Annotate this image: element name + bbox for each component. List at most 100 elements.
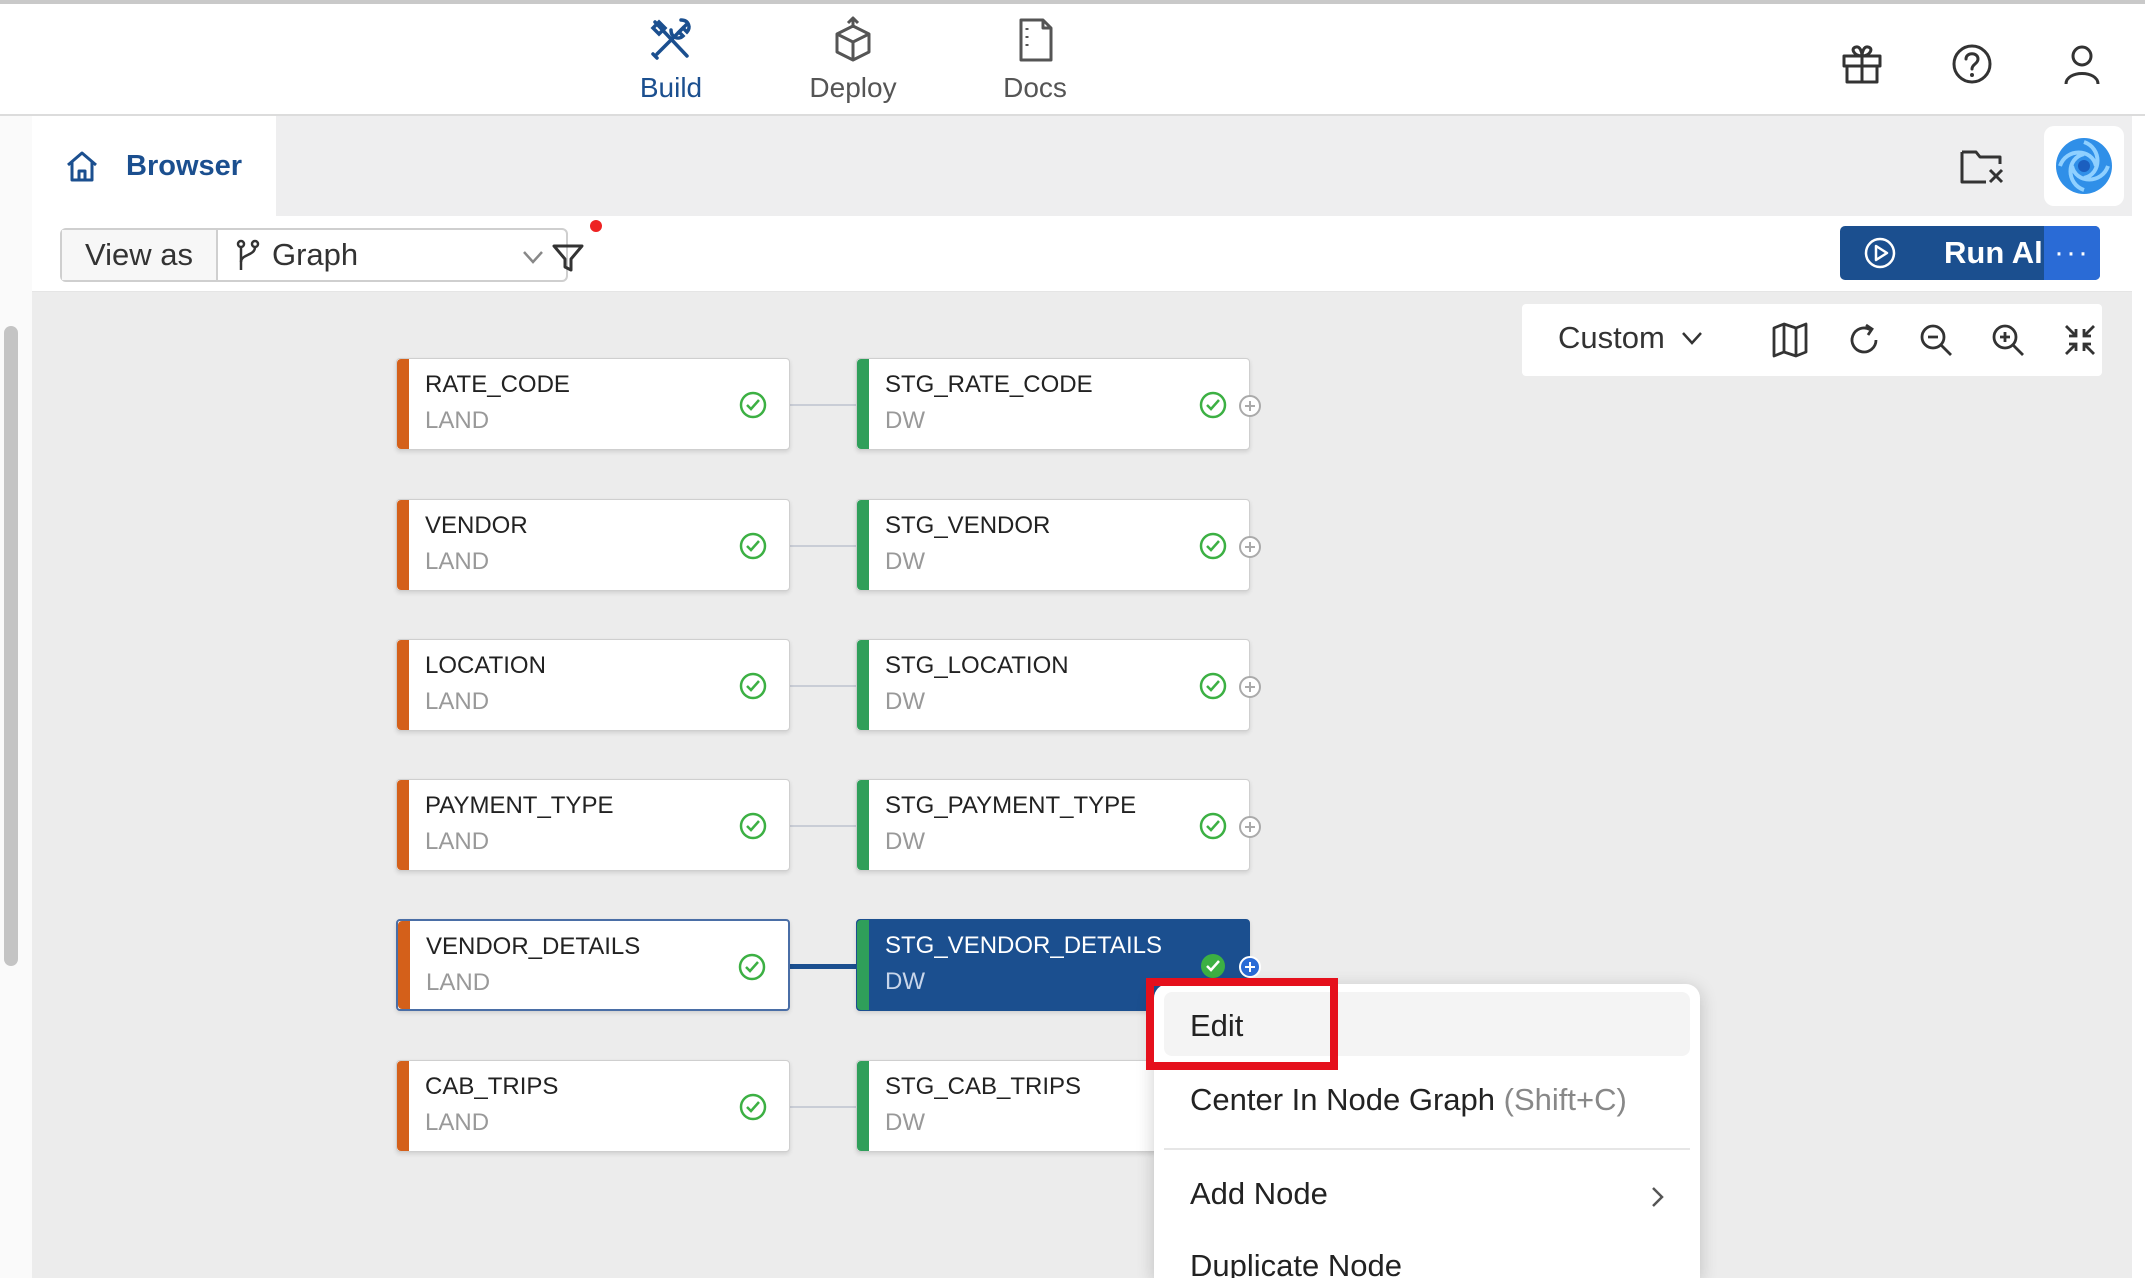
graph-node[interactable]: STG_VENDOR DW: [856, 499, 1261, 591]
annotation-highlight-box: [1146, 978, 1338, 1070]
docs-icon: [1019, 18, 1053, 62]
node-name: STG_VENDOR_DETAILS: [885, 932, 1162, 959]
browser-header: Browser: [32, 116, 2132, 216]
node-name: LOCATION: [425, 652, 546, 679]
tab-deploy[interactable]: Deploy: [788, 14, 918, 114]
node-type: DW: [885, 968, 925, 995]
browser-tab[interactable]: Browser: [32, 116, 276, 216]
play-circle-icon: [1864, 237, 1896, 269]
minimap-icon[interactable]: [1770, 320, 1810, 360]
check-circle-icon: [1199, 672, 1227, 700]
node-type: DW: [885, 407, 925, 434]
tab-docs-label: Docs: [1003, 72, 1067, 103]
run-options-button[interactable]: ···: [2044, 226, 2100, 280]
node-type: DW: [885, 688, 925, 715]
node-name: PAYMENT_TYPE: [425, 792, 614, 819]
right-edge: [2132, 116, 2145, 1278]
user-icon[interactable]: [2056, 38, 2108, 90]
menu-item-add-node[interactable]: Add Node: [1190, 1176, 1328, 1212]
menu-item-center-in-node-graph[interactable]: Center In Node Graph (Shift+C): [1190, 1082, 1627, 1118]
dw-accent-bar: [857, 780, 869, 870]
graph-node[interactable]: STG_RATE_CODE DW: [856, 358, 1261, 450]
vertical-scrollbar[interactable]: [4, 326, 18, 966]
check-circle-icon: [1199, 812, 1227, 840]
graph-node[interactable]: STG_PAYMENT_TYPE DW: [856, 779, 1261, 871]
check-circle-icon: [739, 532, 767, 560]
graph-edge: [790, 1106, 858, 1108]
check-circle-icon: [739, 812, 767, 840]
zoom-in-icon[interactable]: [1988, 320, 2028, 360]
graph-node[interactable]: VENDOR LAND: [396, 499, 790, 591]
land-accent-bar: [397, 640, 409, 730]
view-as-value-container[interactable]: Graph: [218, 230, 566, 280]
refresh-icon[interactable]: [1844, 320, 1884, 360]
dw-accent-bar: [857, 920, 869, 1010]
zoom-out-icon[interactable]: [1916, 320, 1956, 360]
swirl-logo-icon: [2056, 138, 2112, 194]
tab-build[interactable]: Build: [606, 14, 736, 114]
graph-edge: [790, 404, 858, 406]
run-all-button[interactable]: Run All ···: [1840, 226, 2100, 280]
graph-controls: Custom: [1522, 304, 2102, 376]
check-circle-icon: [1199, 532, 1227, 560]
menu-item-duplicate-node[interactable]: Duplicate Node: [1190, 1248, 1402, 1278]
land-accent-bar: [397, 1061, 409, 1151]
chevron-down-icon: [523, 251, 543, 264]
node-type: DW: [885, 548, 925, 575]
graph-node[interactable]: LOCATION LAND: [396, 639, 790, 731]
node-type: LAND: [425, 548, 490, 575]
node-name: VENDOR_DETAILS: [426, 933, 641, 960]
graph-edge: [790, 685, 858, 687]
deploy-box-icon: [835, 16, 871, 62]
menu-item-center-shortcut: (Shift+C): [1503, 1082, 1627, 1117]
graph-node[interactable]: PAYMENT_TYPE LAND: [396, 779, 790, 871]
node-name: CAB_TRIPS: [425, 1073, 559, 1100]
tab-docs[interactable]: Docs: [970, 14, 1100, 114]
node-type: LAND: [425, 828, 490, 855]
help-icon[interactable]: [1946, 38, 1998, 90]
browser-tab-label: Browser: [126, 149, 243, 182]
add-node-plus-icon[interactable]: [1237, 954, 1263, 980]
node-type: LAND: [425, 1109, 490, 1136]
node-name: STG_CAB_TRIPS: [885, 1073, 1082, 1100]
land-accent-bar: [397, 359, 409, 449]
node-type: DW: [885, 828, 925, 855]
node-type: LAND: [426, 969, 491, 996]
home-icon: [67, 151, 97, 182]
dw-accent-bar: [857, 500, 869, 590]
check-circle-icon: [739, 672, 767, 700]
close-folder-icon[interactable]: [1958, 144, 2008, 190]
view-as-select[interactable]: View as Graph: [60, 228, 568, 282]
filter-icon[interactable]: [550, 240, 586, 276]
add-node-plus-icon[interactable]: [1237, 534, 1263, 560]
chevron-down-icon: [1681, 332, 1702, 345]
fit-to-screen-icon[interactable]: [2060, 320, 2100, 360]
graph-node[interactable]: CAB_TRIPS LAND: [396, 1060, 790, 1152]
graph-edge: [790, 825, 858, 827]
filter-active-indicator: [590, 220, 602, 232]
top-navigation-bar: Build Deploy Docs: [0, 0, 2145, 116]
node-type: LAND: [425, 688, 490, 715]
dw-accent-bar: [857, 1061, 869, 1151]
dw-accent-bar: [857, 359, 869, 449]
dw-accent-bar: [857, 640, 869, 730]
add-node-plus-icon[interactable]: [1237, 674, 1263, 700]
add-node-plus-icon[interactable]: [1237, 814, 1263, 840]
gift-icon[interactable]: [1836, 38, 1888, 90]
add-node-plus-icon[interactable]: [1237, 393, 1263, 419]
graph-node[interactable]: VENDOR_DETAILS LAND: [396, 919, 790, 1011]
check-circle-icon: [739, 1093, 767, 1121]
graph-node[interactable]: STG_LOCATION DW: [856, 639, 1261, 731]
layout-select[interactable]: Custom: [1558, 320, 1705, 356]
tab-build-label: Build: [639, 72, 703, 103]
layout-select-value: Custom: [1558, 320, 1665, 355]
node-name: RATE_CODE: [425, 371, 570, 398]
node-name: STG_RATE_CODE: [885, 371, 1093, 398]
graph-edge: [790, 545, 858, 547]
land-accent-bar: [398, 921, 410, 1009]
land-accent-bar: [397, 780, 409, 870]
graph-node[interactable]: RATE_CODE LAND: [396, 358, 790, 450]
check-circle-icon: [738, 953, 766, 981]
run-all-label: Run All: [1944, 235, 2052, 270]
tab-deploy-label: Deploy: [809, 72, 897, 103]
